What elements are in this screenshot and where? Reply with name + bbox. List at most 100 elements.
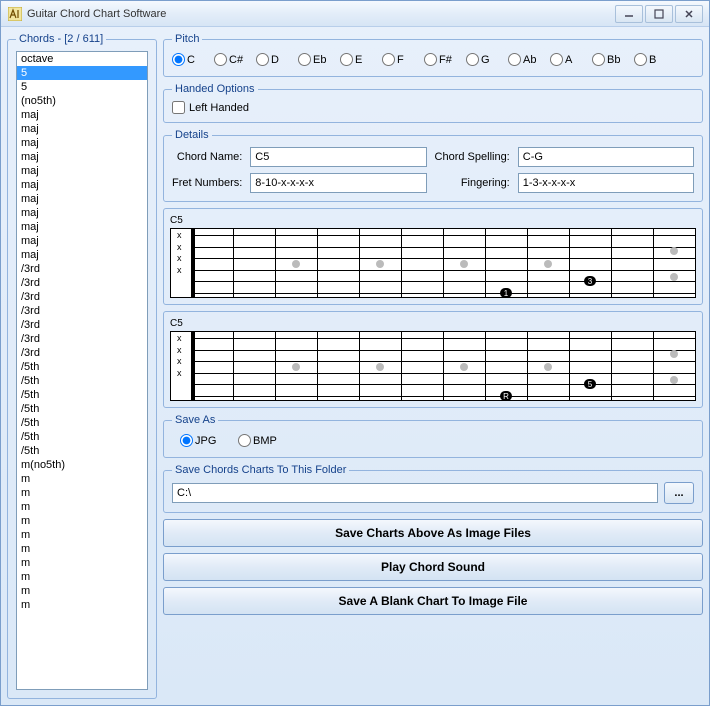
list-item[interactable]: /3rd <box>17 304 147 318</box>
list-item[interactable]: maj <box>17 192 147 206</box>
browse-button[interactable]: ... <box>664 482 694 504</box>
list-item[interactable]: maj <box>17 178 147 192</box>
pitch-radio-f[interactable] <box>382 53 395 66</box>
list-item[interactable]: maj <box>17 248 147 262</box>
chord-diagram-2: C5 xxxxR5 <box>163 311 703 408</box>
list-item[interactable]: m <box>17 542 147 556</box>
save-charts-button[interactable]: Save Charts Above As Image Files <box>163 519 703 547</box>
saveas-group: Save As JPG BMP <box>163 414 703 458</box>
chord-name-field[interactable] <box>250 147 426 167</box>
muted-string-label: x <box>177 356 182 366</box>
close-button[interactable] <box>675 5 703 23</box>
saveas-radio-jpg[interactable] <box>180 434 193 447</box>
muted-string-label: x <box>177 345 182 355</box>
list-item[interactable]: octave <box>17 52 147 66</box>
list-item[interactable]: /3rd <box>17 276 147 290</box>
pitch-radio-ab[interactable] <box>508 53 521 66</box>
details-legend: Details <box>172 129 212 141</box>
details-group: Details Chord Name: Chord Spelling: Fret… <box>163 129 703 202</box>
minimize-button[interactable] <box>615 5 643 23</box>
pitch-radio-csharp[interactable] <box>214 53 227 66</box>
list-item[interactable]: /3rd <box>17 318 147 332</box>
list-item[interactable]: m <box>17 514 147 528</box>
list-item[interactable]: m <box>17 584 147 598</box>
main-window: Guitar Chord Chart Software Chords - [2 … <box>0 0 710 706</box>
chord-listbox[interactable]: octave55(no5th)majmajmajmajmajmajmajmajm… <box>16 51 148 690</box>
finger-marker: 1 <box>500 288 512 298</box>
list-item[interactable]: 5 <box>17 80 147 94</box>
list-item[interactable]: /5th <box>17 430 147 444</box>
fretboard-1: xxxx13 <box>170 228 696 298</box>
list-item[interactable]: maj <box>17 220 147 234</box>
saveas-label: BMP <box>253 435 277 447</box>
left-handed-label: Left Handed <box>189 102 249 114</box>
list-item[interactable]: m <box>17 472 147 486</box>
pitch-label: A <box>565 54 572 66</box>
pitch-radio-bb[interactable] <box>592 53 605 66</box>
list-item[interactable]: maj <box>17 150 147 164</box>
list-item[interactable]: m <box>17 598 147 612</box>
saveas-label: JPG <box>195 435 216 447</box>
list-item[interactable]: /5th <box>17 360 147 374</box>
list-item[interactable]: /3rd <box>17 290 147 304</box>
chord-spelling-label: Chord Spelling: <box>435 151 510 163</box>
fret-numbers-label: Fret Numbers: <box>172 177 242 189</box>
list-item[interactable]: /5th <box>17 416 147 430</box>
pitch-radio-b[interactable] <box>634 53 647 66</box>
pitch-radio-eb[interactable] <box>298 53 311 66</box>
left-handed-checkbox[interactable] <box>172 101 185 114</box>
pitch-group: Pitch CC#DEbEFF#GAbABbB <box>163 33 703 77</box>
pitch-label: D <box>271 54 279 66</box>
list-item[interactable]: m <box>17 528 147 542</box>
list-item[interactable]: m <box>17 486 147 500</box>
fretboard-2: xxxxR5 <box>170 331 696 401</box>
handed-legend: Handed Options <box>172 83 258 95</box>
list-item[interactable]: maj <box>17 136 147 150</box>
list-item[interactable]: /3rd <box>17 262 147 276</box>
maximize-button[interactable] <box>645 5 673 23</box>
list-item[interactable]: m <box>17 500 147 514</box>
list-item[interactable]: (no5th) <box>17 94 147 108</box>
save-blank-button[interactable]: Save A Blank Chart To Image File <box>163 587 703 615</box>
list-item[interactable]: m <box>17 570 147 584</box>
pitch-radio-a[interactable] <box>550 53 563 66</box>
muted-string-label: x <box>177 230 182 240</box>
list-item[interactable]: /3rd <box>17 346 147 360</box>
list-item[interactable]: /5th <box>17 402 147 416</box>
pitch-radio-d[interactable] <box>256 53 269 66</box>
list-item[interactable]: 5 <box>17 66 147 80</box>
list-item[interactable]: maj <box>17 206 147 220</box>
pitch-radio-fsharp[interactable] <box>424 53 437 66</box>
pitch-label: E <box>355 54 362 66</box>
finger-marker: 5 <box>584 379 596 389</box>
pitch-radio-c[interactable] <box>172 53 185 66</box>
list-item[interactable]: maj <box>17 164 147 178</box>
list-item[interactable]: /5th <box>17 388 147 402</box>
pitch-label: F <box>397 54 404 66</box>
pitch-label: C <box>187 54 195 66</box>
chords-group: Chords - [2 / 611] octave55(no5th)majmaj… <box>7 33 157 699</box>
list-item[interactable]: m <box>17 556 147 570</box>
pitch-radio-e[interactable] <box>340 53 353 66</box>
pitch-label: G <box>481 54 490 66</box>
saveas-legend: Save As <box>172 414 218 426</box>
list-item[interactable]: maj <box>17 122 147 136</box>
diagram2-title: C5 <box>170 318 696 329</box>
list-item[interactable]: /5th <box>17 374 147 388</box>
fret-numbers-field[interactable] <box>250 173 426 193</box>
list-item[interactable]: /5th <box>17 444 147 458</box>
list-item[interactable]: maj <box>17 234 147 248</box>
play-sound-button[interactable]: Play Chord Sound <box>163 553 703 581</box>
pitch-radio-g[interactable] <box>466 53 479 66</box>
muted-string-label: x <box>177 253 182 263</box>
diagram1-title: C5 <box>170 215 696 226</box>
chord-name-label: Chord Name: <box>172 151 242 163</box>
fingering-field[interactable] <box>518 173 694 193</box>
list-item[interactable]: /3rd <box>17 332 147 346</box>
list-item[interactable]: m(no5th) <box>17 458 147 472</box>
saveas-radio-bmp[interactable] <box>238 434 251 447</box>
pitch-label: C# <box>229 54 243 66</box>
folder-path-field[interactable] <box>172 483 658 503</box>
list-item[interactable]: maj <box>17 108 147 122</box>
chord-spelling-field[interactable] <box>518 147 694 167</box>
